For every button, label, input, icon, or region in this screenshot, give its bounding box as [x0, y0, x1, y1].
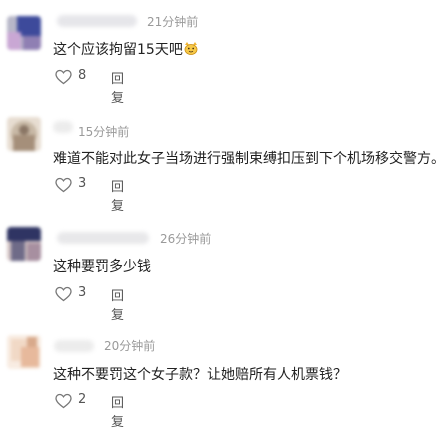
reply-button[interactable]: 回复	[111, 285, 124, 323]
like-count: 3	[78, 176, 87, 191]
comment-text-content: 这个应该拘留15天吧	[53, 42, 183, 58]
comment-time: 21分钟前	[147, 15, 199, 29]
username-redacted[interactable]	[57, 232, 149, 244]
comment-text: 难道不能对此女子当场进行强制束缚扣压到下个机场移交警方。	[53, 151, 441, 167]
reply-button[interactable]: 回复	[111, 392, 124, 430]
username-redacted[interactable]	[54, 340, 94, 352]
like-count: 2	[78, 392, 87, 407]
like-count: 8	[78, 68, 87, 83]
cat-emoji-icon	[184, 42, 198, 55]
username-redacted[interactable]	[53, 121, 73, 133]
reply-button[interactable]: 回复	[111, 68, 124, 106]
comment-time: 15分钟前	[78, 125, 130, 139]
heart-icon[interactable]	[55, 69, 72, 85]
comment-text: 这种不要罚这个女子款？让她赔所有人机票钱？	[53, 367, 347, 383]
avatar[interactable]	[7, 117, 41, 151]
comment-time: 26分钟前	[160, 232, 212, 246]
heart-icon[interactable]	[55, 393, 72, 409]
comment-text: 这种要罚多少钱	[53, 259, 151, 275]
avatar[interactable]	[7, 335, 41, 369]
comment-time: 20分钟前	[104, 339, 156, 353]
like-count: 3	[78, 285, 87, 300]
comment-text: 这个应该拘留15天吧	[53, 39, 198, 59]
avatar[interactable]	[7, 227, 41, 261]
avatar[interactable]	[7, 16, 41, 50]
heart-icon[interactable]	[55, 286, 72, 302]
username-redacted[interactable]	[57, 15, 137, 27]
heart-icon[interactable]	[55, 177, 72, 193]
reply-button[interactable]: 回复	[111, 176, 124, 214]
